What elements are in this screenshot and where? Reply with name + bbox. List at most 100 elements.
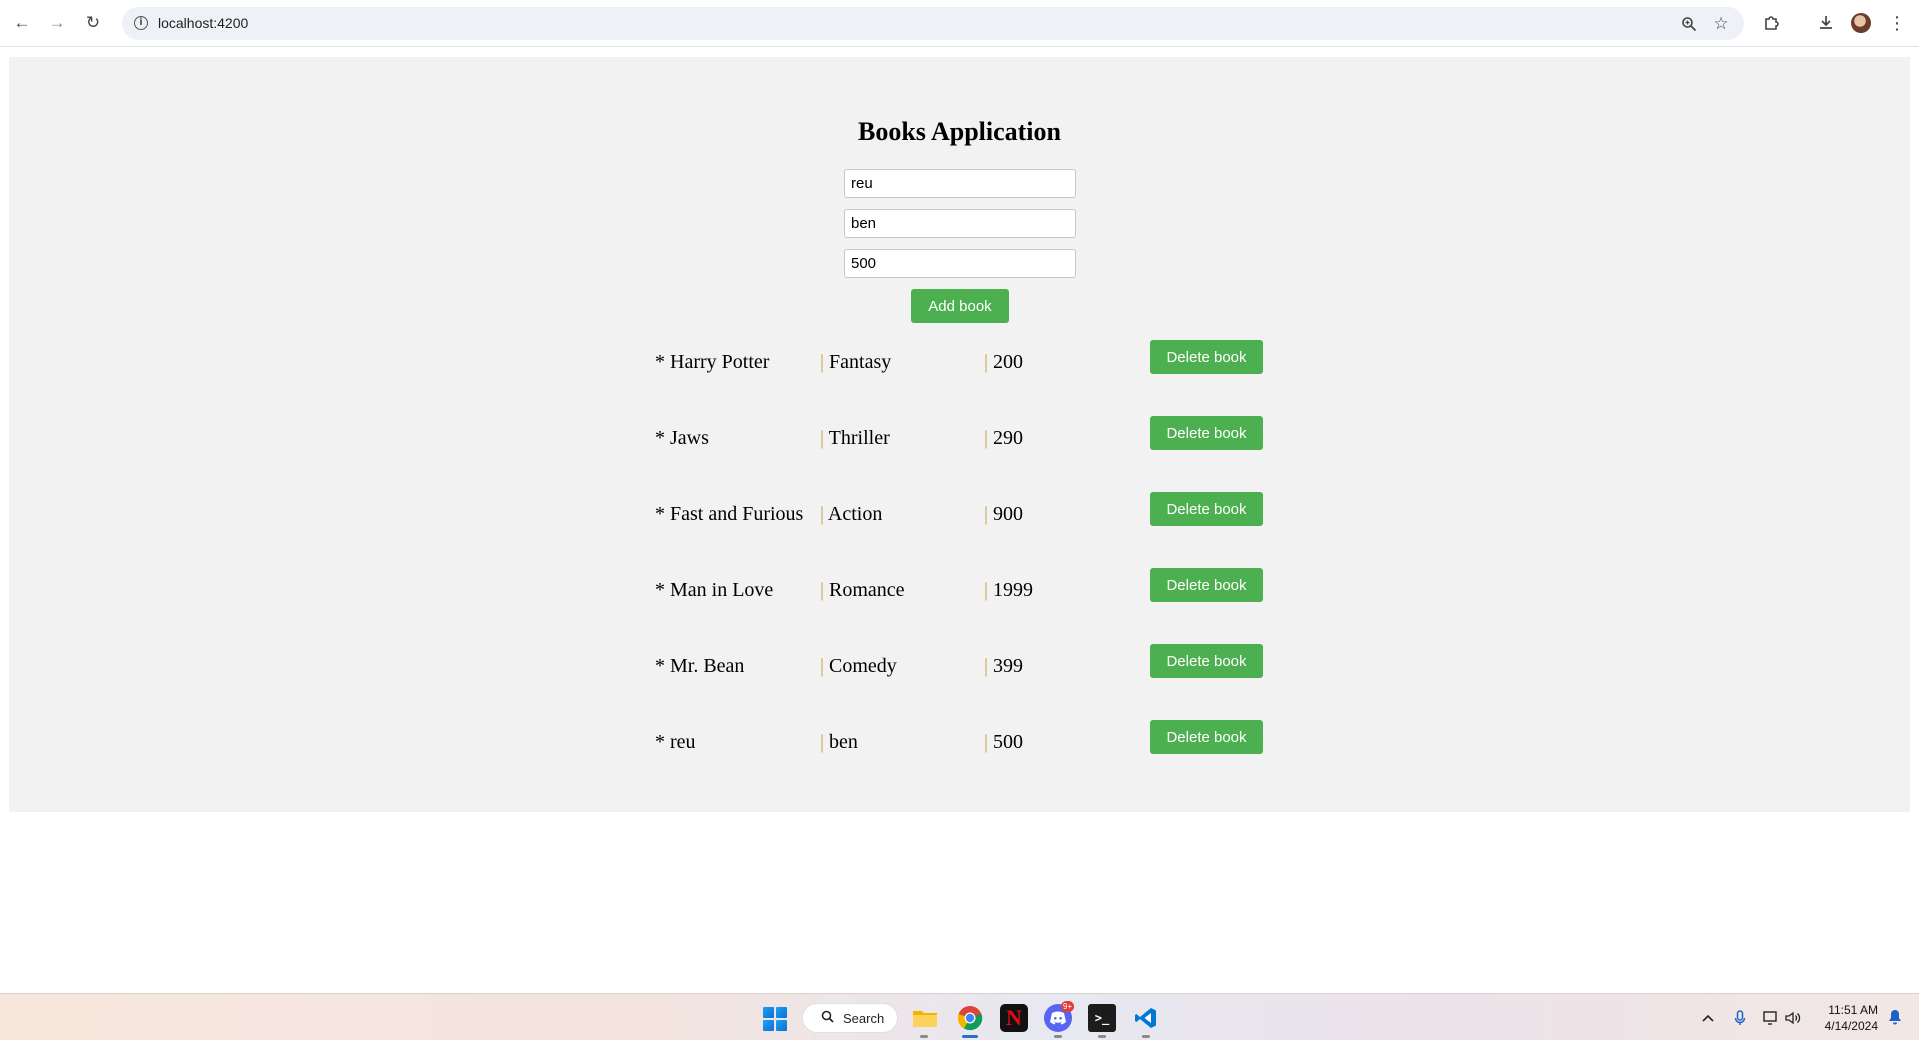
page-title: Books Application — [857, 117, 1061, 146]
arrow-right-icon: → — [48, 13, 66, 32]
book-title: * Harry Potter — [655, 351, 770, 373]
forward-button[interactable]: → — [45, 11, 69, 35]
book-genre: Action — [827, 503, 883, 525]
microphone-icon[interactable] — [1731, 1009, 1749, 1027]
profile-avatar[interactable] — [1851, 13, 1871, 33]
notification-bell-icon[interactable] — [1887, 1009, 1903, 1025]
book-title: * reu — [655, 731, 696, 753]
file-explorer-icon[interactable] — [911, 1004, 939, 1032]
download-icon[interactable] — [1815, 12, 1837, 34]
add-book-button[interactable]: Add book — [911, 289, 1009, 323]
book-price-cell: | 1999 — [984, 578, 1033, 602]
book-title: * Mr. Bean — [655, 655, 745, 677]
title-input[interactable] — [844, 169, 1076, 198]
windows-start-icon[interactable] — [763, 1007, 787, 1031]
book-price: 399 — [993, 655, 1024, 677]
book-price-cell: | 500 — [984, 730, 1023, 754]
book-row: * Jaws | Thriller | 290 Delete book — [9, 416, 1910, 466]
genre-input[interactable] — [844, 209, 1076, 238]
delete-book-button[interactable]: Delete book — [1150, 644, 1263, 678]
terminal-icon[interactable]: >_ — [1088, 1004, 1116, 1032]
separator: | — [820, 427, 825, 449]
book-row: * Mr. Bean | Comedy | 399 Delete book — [9, 644, 1910, 694]
separator: | — [820, 579, 825, 601]
book-price-cell: | 900 — [984, 502, 1023, 526]
running-indicator — [1098, 1035, 1106, 1038]
book-price: 1999 — [993, 579, 1034, 601]
zoom-icon[interactable] — [1680, 15, 1698, 33]
running-indicator — [1142, 1035, 1150, 1038]
book-row: * Man in Love | Romance | 1999 Delete bo… — [9, 568, 1910, 618]
separator: | — [820, 655, 825, 677]
separator: | — [984, 503, 989, 525]
delete-book-button[interactable]: Delete book — [1150, 416, 1263, 450]
clock-time: 11:51 AM — [1828, 1003, 1878, 1017]
site-info-icon[interactable]: i — [134, 16, 148, 30]
vscode-icon[interactable] — [1132, 1004, 1160, 1032]
separator: | — [984, 655, 989, 677]
book-genre-cell: | Thriller — [820, 426, 890, 450]
network-icon[interactable] — [1762, 1009, 1780, 1027]
separator: | — [984, 427, 989, 449]
delete-book-button[interactable]: Delete book — [1150, 340, 1263, 374]
book-genre: Comedy — [829, 655, 897, 677]
netflix-icon[interactable]: N — [1000, 1004, 1028, 1032]
book-price-cell: | 399 — [984, 654, 1023, 678]
delete-book-button[interactable]: Delete book — [1150, 492, 1263, 526]
separator: | — [820, 503, 825, 525]
reload-icon: ↻ — [85, 13, 101, 32]
book-genre: ben — [829, 731, 858, 753]
book-price: 290 — [993, 427, 1024, 449]
address-url[interactable]: localhost:4200 — [158, 15, 248, 31]
arrow-left-icon: ← — [13, 13, 31, 32]
menu-kebab-icon[interactable]: ⋮ — [1886, 12, 1908, 34]
book-price: 500 — [993, 731, 1024, 753]
book-genre: Thriller — [828, 427, 890, 449]
system-clock[interactable]: 11:51 AM 4/14/2024 — [1808, 1002, 1878, 1034]
address-bar[interactable]: i localhost:4200 ☆ — [122, 7, 1744, 40]
bookmark-star-icon[interactable]: ☆ — [1712, 14, 1730, 33]
separator: | — [820, 351, 825, 373]
notification-badge: 9+ — [1061, 1001, 1075, 1012]
book-row: * Fast and Furious | Action | 900 Delete… — [9, 492, 1910, 542]
volume-icon[interactable] — [1784, 1009, 1802, 1027]
back-button[interactable]: ← — [10, 11, 34, 35]
clock-date: 4/14/2024 — [1824, 1019, 1878, 1033]
separator: | — [984, 579, 989, 601]
active-indicator — [962, 1035, 978, 1038]
book-row: * reu | ben | 500 Delete book — [9, 720, 1910, 770]
book-genre-cell: | Comedy — [820, 654, 897, 678]
book-genre-cell: | Romance — [820, 578, 905, 602]
separator: | — [984, 731, 989, 753]
book-title: * Jaws — [655, 427, 709, 449]
running-indicator — [920, 1035, 928, 1038]
book-genre-cell: | Action — [820, 502, 882, 526]
book-price-cell: | 290 — [984, 426, 1023, 450]
book-price: 900 — [993, 503, 1024, 525]
search-icon — [821, 1010, 834, 1026]
separator: | — [820, 731, 825, 753]
price-input[interactable] — [844, 249, 1076, 278]
book-price: 200 — [993, 351, 1024, 373]
delete-book-button[interactable]: Delete book — [1150, 720, 1263, 754]
book-genre-cell: | ben — [820, 730, 858, 754]
book-genre: Romance — [829, 579, 905, 601]
book-title: * Man in Love — [655, 579, 774, 601]
chrome-icon[interactable] — [956, 1004, 984, 1032]
book-genre-cell: | Fantasy — [820, 350, 891, 374]
book-genre: Fantasy — [829, 351, 892, 373]
book-price-cell: | 200 — [984, 350, 1023, 374]
app-container: Books Application Add book * Harry Potte… — [9, 57, 1910, 812]
chevron-up-icon[interactable] — [1699, 1009, 1717, 1027]
taskbar-search-label: Search — [843, 1011, 885, 1026]
taskbar: Search N 9+ >_ 11:51 AM 4/14/2024 — [0, 993, 1919, 1040]
book-title: * Fast and Furious — [655, 503, 804, 525]
running-indicator — [1054, 1035, 1062, 1038]
separator: | — [984, 351, 989, 373]
delete-book-button[interactable]: Delete book — [1150, 568, 1263, 602]
extensions-icon[interactable] — [1761, 12, 1783, 34]
book-row: * Harry Potter | Fantasy | 200 Delete bo… — [9, 340, 1910, 390]
browser-toolbar: ← → ↻ i localhost:4200 ☆ ⋮ — [0, 0, 1919, 47]
reload-button[interactable]: ↻ — [81, 11, 105, 35]
taskbar-search[interactable]: Search — [802, 1003, 898, 1033]
